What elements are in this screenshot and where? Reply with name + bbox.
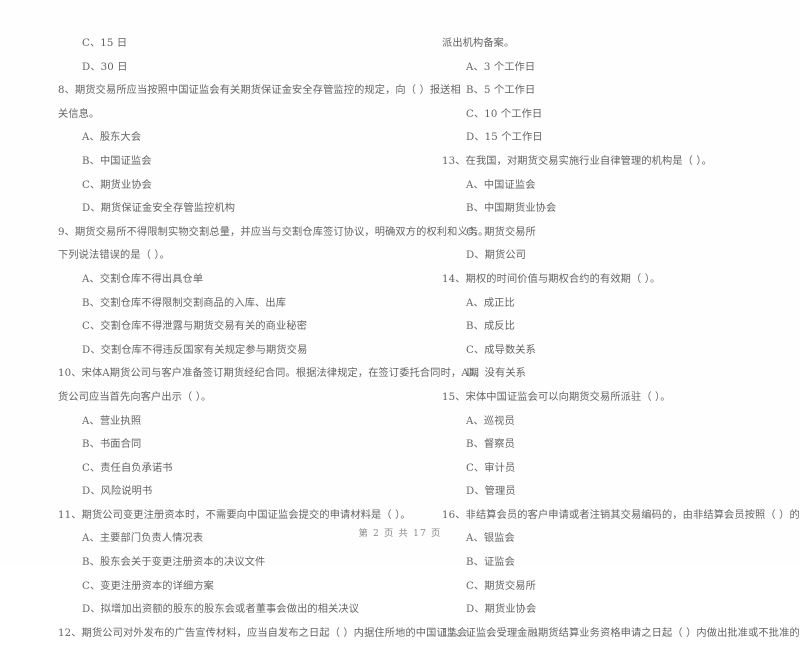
left-text-column: C、15 日 D、30 日 8、期货交易所应当按照中国证监会有关期货保证金安全存管监…: [58, 32, 489, 645]
left-option-line: B、书面合同: [82, 439, 142, 451]
right-option-line: B、成反比: [466, 321, 515, 333]
left-question-cont-line: 关信息。: [58, 108, 100, 120]
right-option-line: B、中国期货业协会: [466, 203, 557, 215]
left-option-line: C、15 日: [82, 38, 128, 49]
left-option-line: C、交割仓库不得泄露与期货交易有关的商业秘密: [82, 321, 308, 333]
right-option-line: D、没有关系: [466, 368, 527, 380]
left-question-cont-line: 下列说法错误的是（ ）。: [58, 250, 170, 262]
left-option-line: D、拟增加出资额的股东的股东会或者董事会做出的相关决议: [82, 604, 360, 616]
right-option-line: B、督察员: [466, 439, 515, 451]
left-option-line: D、交割仓库不得违反国家有关规定参与期货交易: [82, 344, 308, 356]
left-option-line: B、交割仓库不得限制交割商品的入库、出库: [82, 297, 287, 309]
right-option-line: B、5 个工作日: [466, 85, 536, 97]
right-question-line: 16、非结算会员的客户申请或者注销其交易编码的，由非结算会员按照（ ）的规定办理…: [442, 509, 800, 521]
left-option-line: B、中国证监会: [82, 155, 152, 167]
left-option-line: A、交割仓库不得出具仓单: [82, 273, 204, 285]
left-question-line: 10、宋体A期货公司与客户准备签订期货经纪合同。根据法律规定，在签订委托合同时，…: [58, 368, 480, 380]
right-option-line: A、中国证监会: [466, 179, 536, 191]
right-question-line: 14、期权的时间价值与期权合约的有效期（ ）。: [442, 273, 661, 285]
right-option-line: C、期货交易所: [466, 226, 536, 238]
right-question-cont-line: 派出机构备案。: [442, 38, 515, 49]
right-question-line: 15、宋体中国证监会可以向期货交易所派驻（ ）。: [442, 391, 671, 403]
left-option-line: A、股东大会: [82, 132, 142, 144]
right-option-line: C、成导数关系: [466, 344, 536, 356]
right-option-line: B、证监会: [466, 557, 515, 569]
right-option-line: A、巡视员: [466, 415, 515, 427]
right-option-line: D、15 个工作日: [466, 132, 543, 144]
right-option-line: D、期货业协会: [466, 604, 537, 616]
left-option-line: C、责任自负承诺书: [82, 462, 173, 474]
left-option-line: B、股东会关于变更注册资本的决议文件: [82, 557, 266, 569]
right-option-line: D、期货公司: [466, 250, 527, 262]
left-question-line: 9、期货交易所不得限制实物交割总量，并应当与交割仓库签订协议，明确双方的权利和义…: [58, 226, 489, 238]
left-question-line: 11、期货公司变更注册资本时，不需要向中国证监会提交的申请材料是（ ）。: [58, 509, 411, 521]
right-question-line: 17、证监会受理金融期货结算业务资格申请之日起（ ）内做出批准或不批准的决定。: [442, 627, 800, 639]
right-question-line: 13、在我国，对期货交易实施行业自律管理的机构是（ ）。: [442, 155, 712, 167]
right-option-line: C、期货交易所: [466, 580, 536, 592]
left-option-line: D、期货保证金安全存管监控机构: [82, 203, 236, 215]
right-option-line: A、3 个工作日: [466, 61, 536, 73]
page-footer: 第 2 页 共 17 页: [358, 528, 442, 539]
left-question-line: 8、期货交易所应当按照中国证监会有关期货保证金安全存管监控的规定，向（ ）报送相: [58, 85, 461, 97]
right-text-column: 派出机构备案。 A、3 个工作日 B、5 个工作日 C、10 个工作日 D、15 个工作…: [442, 32, 800, 645]
right-option-line: A、成正比: [466, 297, 515, 309]
two-column-body: C、15 日 D、30 日 8、期货交易所应当按照中国证监会有关期货保证金安全存管监…: [0, 32, 800, 645]
right-option-line: D、管理员: [466, 486, 516, 498]
left-option-line: D、风险说明书: [82, 486, 153, 498]
document-page: C、15 日 D、30 日 8、期货交易所应当按照中国证监会有关期货保证金安全存管监…: [0, 0, 800, 639]
left-option-line: D、30 日: [82, 61, 128, 73]
right-option-line: C、10 个工作日: [466, 108, 543, 120]
left-question-cont-line: 货公司应当首先向客户出示（ ）。: [58, 391, 212, 403]
right-option-line: C、审计员: [466, 462, 516, 474]
left-question-line: 12、期货公司对外发布的广告宣传材料，应当自发布之日起（ ）内据住所地的中国证监…: [58, 627, 468, 639]
left-option-line: C、变更注册资本的详细方案: [82, 580, 214, 592]
left-option-line: C、期货业协会: [82, 179, 152, 191]
left-option-line: A、营业执照: [82, 415, 142, 427]
